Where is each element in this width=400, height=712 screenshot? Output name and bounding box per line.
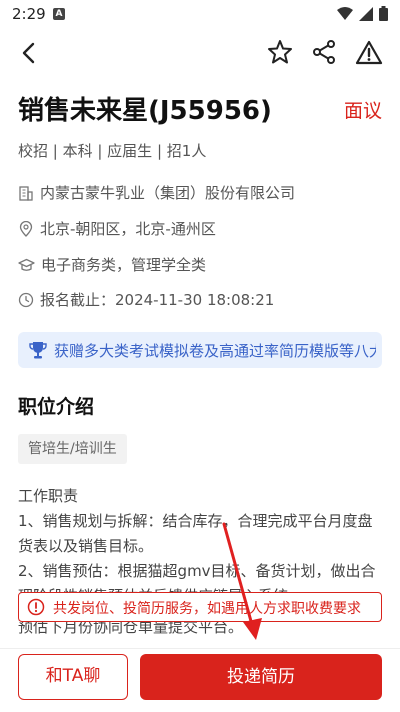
bottom-action-bar: 和TA聊 投递简历 [0, 648, 400, 712]
clock-icon [18, 292, 34, 307]
apply-resume-button[interactable]: 投递简历 [140, 654, 382, 700]
company-row[interactable]: 内蒙古蒙牛乳业（集团）股份有限公司 [18, 182, 295, 203]
salary-label: 面议 [343, 100, 382, 122]
notification-icon: A [53, 8, 65, 20]
trophy-icon [29, 342, 47, 359]
info-circle-icon [27, 598, 45, 616]
banner-text: 获赠多大类考试模拟卷及高通过率简历模版等八大 [54, 342, 376, 360]
job-category-chip: 管培生/培训生 [18, 434, 127, 464]
desc-line: 工作职责 [18, 487, 79, 505]
deadline-row: 报名截止：2024-11-30 18:08:21 [18, 289, 274, 310]
toast-text: 共发岗位、投简历服务，如遇用人方求职收费要求 [53, 601, 361, 617]
status-time: 2:29 [12, 5, 46, 23]
star-icon[interactable] [266, 38, 294, 66]
signal-icon [359, 6, 373, 21]
building-icon [19, 185, 33, 201]
deadline-text: 报名截止：2024-11-30 18:08:21 [40, 291, 275, 309]
share-icon[interactable] [310, 38, 338, 66]
major-text: 电子商务类，管理学全类 [41, 256, 207, 274]
major-row: 电子商务类，管理学全类 [18, 254, 206, 275]
section-title: 职位介绍 [18, 396, 95, 418]
location-text: 北京-朝阳区，北京-通州区 [40, 220, 216, 238]
battery-icon [379, 6, 388, 21]
wifi-icon [337, 6, 353, 20]
chat-button[interactable]: 和TA聊 [18, 654, 128, 700]
location-pin-icon [19, 220, 33, 237]
back-arrow-icon[interactable] [14, 38, 44, 68]
status-bar: 2:29 A [0, 0, 400, 28]
warning-toast: 共发岗位、投简历服务，如遇用人方求职收费要求 [18, 592, 382, 622]
graduation-cap-icon [18, 258, 35, 271]
job-tags: 校招 | 本科 | 应届生 | 招1人 [18, 142, 207, 160]
company-name: 内蒙古蒙牛乳业（集团）股份有限公司 [40, 184, 296, 202]
status-icons [337, 6, 388, 21]
job-title: 销售未来星(J55956) [18, 96, 272, 126]
report-warning-icon[interactable] [354, 38, 384, 68]
promo-banner[interactable]: 获赠多大类考试模拟卷及高通过率简历模版等八大 [18, 332, 382, 368]
desc-line: 1、销售规划与拆解：结合库存，合理完成平台月度盘货表以及销售目标。 [18, 512, 373, 555]
location-row: 北京-朝阳区，北京-通州区 [18, 218, 216, 239]
top-nav [0, 30, 400, 74]
